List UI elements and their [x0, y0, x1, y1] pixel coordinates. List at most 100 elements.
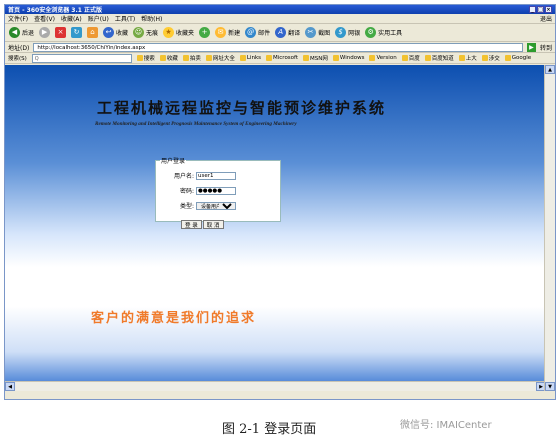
search-icon [136, 55, 143, 61]
minimize-button[interactable]: _ [529, 6, 536, 13]
system-subtitle: Remote Monitoring and Intelligent Progno… [95, 121, 297, 127]
bank-icon: $ [335, 27, 347, 38]
exit-link[interactable]: 退出 [540, 14, 552, 23]
news-button[interactable]: ✉ 新建 [215, 27, 240, 38]
password-input[interactable] [196, 186, 236, 195]
fav-item-collect[interactable]: 收藏 [159, 54, 178, 62]
title-bar: 首页 - 360安全浏览器 3.1 正式版 _ □ × [5, 5, 555, 14]
go-button[interactable]: 转到 [540, 43, 552, 52]
menu-file[interactable]: 文件(F) [8, 14, 28, 23]
menu-view[interactable]: 查看(V) [34, 14, 55, 23]
system-title: 工程机械远程监控与智能预诊维护系统 [97, 99, 387, 117]
menu-bar: 文件(F) 查看(V) 收藏(A) 账户(U) 工具(T) 帮助(H) 退出 [5, 14, 555, 24]
fav-item-links[interactable]: Links [239, 55, 261, 61]
fav-item-sites[interactable]: 网址大全 [205, 54, 235, 62]
translate-icon: A [275, 27, 287, 38]
folder-icon [266, 55, 272, 61]
incognito-icon: ☺ [133, 27, 145, 38]
fav-item-search[interactable]: 搜索 [136, 54, 155, 62]
slogan: 客户的满意是我们的追求 [91, 311, 257, 326]
refresh-icon: ↻ [71, 27, 83, 38]
menu-help[interactable]: 帮助(H) [141, 14, 162, 23]
baidu-icon [401, 55, 408, 61]
fav-item-baidu-zhidao[interactable]: 百度知道 [424, 54, 454, 62]
menu-account[interactable]: 账户(U) [88, 14, 109, 23]
password-row: 密码: [156, 186, 236, 195]
type-label: 类型: [179, 203, 194, 210]
new-tab-button[interactable]: + [199, 27, 211, 38]
stop-button[interactable]: × [55, 27, 67, 38]
login-panel: 用户登录 用户名: 密码: 类型: 设备用户 登 录 取 消 [155, 156, 281, 229]
username-row: 用户名: [156, 171, 236, 180]
tools-icon: ⚙ [365, 27, 377, 38]
folder-icon [458, 55, 465, 61]
mail-icon: @ [245, 27, 257, 38]
cancel-button[interactable]: 取 消 [202, 220, 224, 229]
fav-item-windows[interactable]: Windows [332, 55, 364, 61]
news-icon: ✉ [215, 27, 227, 38]
folder-icon [332, 55, 339, 61]
fav-item-baidu[interactable]: 百度 [401, 54, 420, 62]
fav-item-shangda[interactable]: 上大 [458, 54, 477, 62]
fav-item-shejiao[interactable]: 涉交 [481, 54, 500, 62]
user-type-select[interactable]: 设备用户 [196, 201, 236, 210]
refresh-button[interactable]: ↻ [71, 27, 83, 38]
menu-favorites[interactable]: 收藏(A) [61, 14, 82, 23]
vertical-scrollbar[interactable]: ▲ ▼ [544, 65, 555, 391]
folder-icon [481, 55, 488, 61]
translate-button[interactable]: A 翻译 [275, 27, 300, 38]
stop-icon: × [55, 27, 67, 38]
horizontal-scrollbar[interactable]: ◀ ▶ [5, 381, 546, 391]
address-input[interactable]: http://localhost:3650/ChiYin/index.aspx [33, 42, 523, 52]
star-icon: ★ [163, 27, 175, 38]
browser-window: 首页 - 360安全浏览器 3.1 正式版 _ □ × 文件(F) 查看(V) … [4, 4, 556, 400]
globe-icon [369, 55, 376, 61]
incognito-button[interactable]: ☺ 无痕 [133, 27, 158, 38]
username-input[interactable] [196, 171, 236, 180]
address-bar: 地址(D) http://localhost:3650/ChiYin/index… [5, 42, 555, 53]
username-label: 用户名: [173, 173, 194, 180]
scroll-down-icon[interactable]: ▼ [545, 382, 555, 391]
login-buttons: 登 录 取 消 [181, 220, 224, 229]
address-label: 地址(D) [8, 44, 30, 52]
favorites-bar: 搜索(S) Q 搜索 收藏 拍卖 网址大全 Links Microsoft MS… [5, 53, 555, 64]
menu-tools[interactable]: 工具(T) [115, 14, 135, 23]
scroll-up-icon[interactable]: ▲ [545, 65, 555, 74]
fav-item-version[interactable]: Version [369, 55, 397, 61]
mail-button[interactable]: @ 邮件 [245, 27, 270, 38]
folder-icon [182, 55, 189, 61]
back-button[interactable]: ◀ 后退 [9, 27, 34, 38]
forward-button[interactable]: ▶ [39, 27, 51, 38]
favorites-icon: ↩ [103, 27, 115, 38]
scissors-icon: ✂ [305, 27, 317, 38]
fav-item-microsoft[interactable]: Microsoft [266, 55, 298, 61]
go-icon[interactable]: ▶ [526, 42, 536, 52]
search-input[interactable]: Q [31, 53, 132, 63]
figure-caption: 图 2-1 登录页面 [222, 422, 317, 437]
maximize-button[interactable]: □ [537, 6, 544, 13]
favorites-folder-button[interactable]: ★ 收藏夹 [163, 27, 194, 38]
login-legend: 用户登录 [161, 158, 186, 165]
close-button[interactable]: × [545, 6, 552, 13]
baidu-icon [424, 55, 431, 61]
fav-item-msn[interactable]: MSN网 [303, 54, 328, 62]
watermark: 微信号: IMAICenter [400, 420, 492, 431]
search-label: 搜索(S) [8, 56, 27, 62]
fav-item-auction[interactable]: 拍卖 [182, 54, 201, 62]
home-button[interactable]: ⌂ [87, 27, 99, 38]
favorites-button[interactable]: ↩ 收藏 [103, 27, 128, 38]
toolbar: ◀ 后退 ▶ × ↻ ⌂ ↩ 收藏 ☺ 无痕 ★ 收藏夹 + ✉ 新建 @ 邮件 A 翻译 ✂… [5, 24, 555, 42]
google-icon [504, 55, 511, 61]
tools-button[interactable]: ⚙ 实用工具 [365, 27, 402, 38]
login-button[interactable]: 登 录 [181, 220, 202, 229]
forward-arrow-icon: ▶ [39, 27, 51, 38]
fav-item-google[interactable]: Google [504, 55, 531, 61]
page-content: 工程机械远程监控与智能预诊维护系统 Remote Monitoring and … [5, 65, 546, 391]
folder-icon [159, 55, 166, 61]
type-row: 类型: 设备用户 [156, 201, 236, 210]
bank-button[interactable]: $ 网银 [335, 27, 360, 38]
home-icon: ⌂ [87, 27, 99, 38]
scroll-left-icon[interactable]: ◀ [5, 382, 15, 391]
screenshot-button[interactable]: ✂ 截图 [305, 27, 330, 38]
folder-icon [303, 55, 310, 61]
